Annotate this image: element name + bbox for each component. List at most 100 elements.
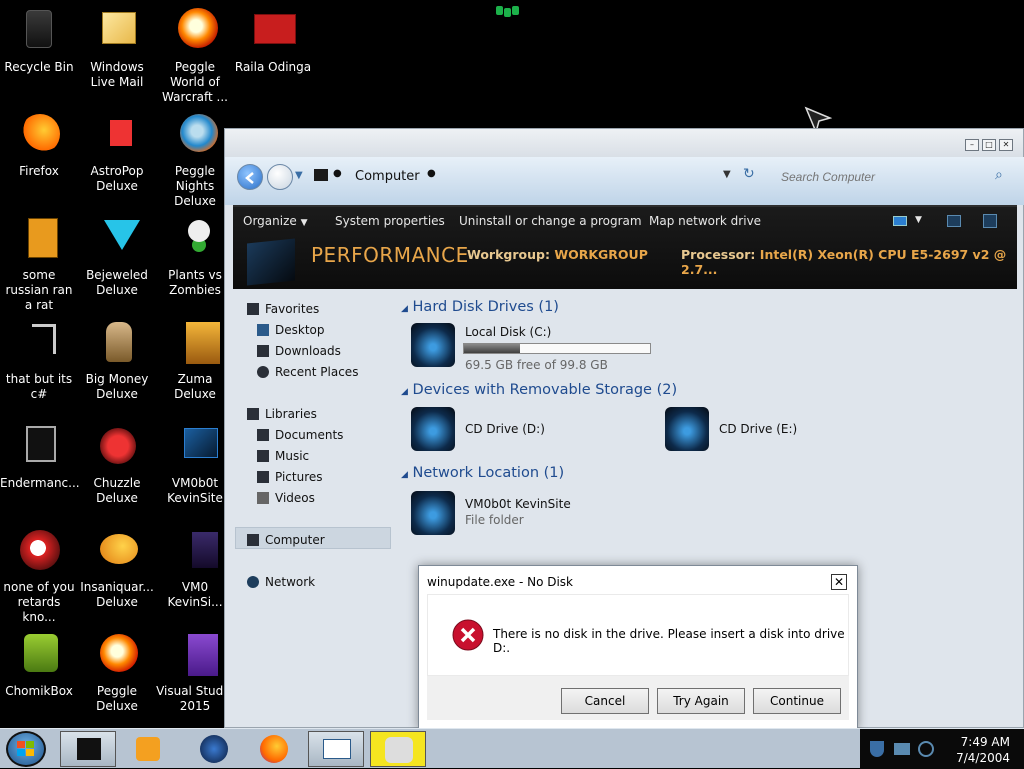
star-icon (247, 303, 259, 315)
clock[interactable]: 7:49 AM 7/4/2004 (956, 734, 1010, 766)
network-icon (247, 576, 259, 588)
cancel-button[interactable]: Cancel (561, 688, 649, 714)
desktop-icon-peggle-deluxe[interactable]: Peggle Deluxe (78, 624, 156, 728)
help-icon[interactable] (983, 214, 997, 228)
drive-local-disk-c[interactable]: Local Disk (C:) 69.5 GB free of 99.8 GB (411, 323, 671, 373)
taskbar-explorer-button[interactable] (60, 731, 116, 767)
view-options-icon[interactable] (893, 216, 907, 226)
workgroup-info: Workgroup: WORKGROUP (467, 247, 648, 262)
dialog-close-button[interactable]: ✕ (831, 574, 847, 590)
taskbar-active-app-button[interactable] (370, 731, 426, 767)
desktop-icon-raila-odinga[interactable]: Raila Odinga (234, 0, 312, 104)
close-window-button[interactable]: ✕ (999, 139, 1013, 151)
processor-label: Processor: (681, 247, 756, 262)
network-location-vm0b0t[interactable]: VM0b0t KevinSite File folder (411, 491, 631, 541)
chomikbox-icon (14, 630, 64, 680)
file-icon (170, 526, 220, 576)
organize-button[interactable]: Organize ▼ (243, 214, 308, 228)
search-input[interactable] (779, 165, 1009, 189)
volume-icon[interactable] (918, 741, 934, 757)
computer-small-icon (314, 169, 328, 181)
clock-date: 7/4/2004 (956, 751, 1010, 765)
back-button[interactable] (237, 164, 263, 190)
maximize-button[interactable]: □ (982, 139, 996, 151)
drive-cd-d[interactable]: CD Drive (D:) (411, 407, 631, 455)
drive-free-space: 69.5 GB free of 99.8 GB (465, 358, 608, 372)
media-player-icon (136, 737, 160, 761)
group-header-removable-storage[interactable]: ◢ Devices with Removable Storage (2) (401, 382, 677, 398)
address-dropdown-icon[interactable]: ▼ (723, 169, 731, 180)
breadcrumb-computer[interactable]: Computer (355, 169, 420, 184)
try-again-button[interactable]: Try Again (657, 688, 745, 714)
desktop-icon-windows-live-mail[interactable]: Windows Live Mail (78, 0, 156, 104)
preview-pane-icon[interactable] (947, 215, 961, 227)
view-dropdown-icon[interactable]: ▼ (915, 215, 922, 225)
start-button[interactable] (6, 731, 46, 767)
cd-drive-icon (665, 407, 709, 451)
continue-button[interactable]: Continue (753, 688, 841, 714)
top-indicator (494, 4, 528, 17)
drive-name: CD Drive (E:) (719, 422, 798, 436)
recycle-bin-icon (14, 6, 64, 56)
desktop-icon-recycle-bin[interactable]: Recycle Bin (0, 0, 78, 104)
desktop-icon-peggle-world-of-warcraft[interactable]: Peggle World of Warcraft ... (156, 0, 234, 104)
breadcrumb-dropdown-icon[interactable]: ● (427, 168, 436, 179)
window-titlebar[interactable] (225, 129, 1023, 157)
desktop-icon (257, 324, 269, 336)
group-header-network-location[interactable]: ◢ Network Location (1) (401, 465, 564, 481)
search-icon[interactable]: ⌕ (995, 167, 1003, 183)
forward-button[interactable] (267, 164, 293, 190)
desktop-icon-chomikbox[interactable]: ChomikBox (0, 624, 78, 728)
desktop-icon-visual-studio[interactable]: Visual Studio 2015 (156, 624, 234, 728)
minimize-button[interactable]: – (965, 139, 979, 151)
shield-icon[interactable] (870, 741, 884, 757)
computer-icon (247, 534, 259, 546)
peggle-icon (92, 630, 142, 680)
desktop-icon-bejeweled[interactable]: Bejeweled Deluxe (78, 208, 156, 312)
breadcrumb-separator-icon[interactable]: ● (333, 168, 342, 179)
network-folder-icon (170, 422, 220, 472)
fish-icon (92, 526, 142, 576)
desktop-icon-peggle-nights[interactable]: Peggle Nights Deluxe (156, 104, 234, 208)
dialog-title[interactable]: winupdate.exe - No Disk (419, 566, 857, 594)
history-dropdown-icon[interactable]: ▼ (295, 170, 303, 181)
desktop-icon-chuzzle[interactable]: Chuzzle Deluxe (78, 416, 156, 520)
group-header-hard-disk-drives[interactable]: ◢ Hard Disk Drives (1) (401, 299, 559, 315)
taskbar-firefox-button[interactable] (246, 731, 302, 767)
desktop-icon-big-money[interactable]: Big Money Deluxe (78, 312, 156, 416)
desktop-icon-astropop[interactable]: AstroPop Deluxe (78, 104, 156, 208)
drive-cd-e[interactable]: CD Drive (E:) (665, 407, 885, 455)
desktop-icon-vm0b0t-kevinsite[interactable]: VM0b0t KevinSite (156, 416, 234, 520)
desktop-icon-plants-vs-zombies[interactable]: Plants vs Zombies (156, 208, 234, 312)
desktop-icon-label: Chuzzle Deluxe (93, 476, 141, 505)
desktop-icon-some-russian-ran-a-rat[interactable]: some russian ran a rat (0, 208, 78, 312)
workgroup-value: WORKGROUP (554, 247, 648, 262)
desktop-icon-insaniquarium[interactable]: Insaniquar... Deluxe (78, 520, 156, 624)
system-tray: 7:49 AM 7/4/2004 (860, 729, 1024, 769)
refresh-icon[interactable]: ↻ (743, 166, 755, 182)
taskbar-window-button[interactable] (308, 731, 364, 767)
desktop-icon-vm0-kevinsite[interactable]: VM0 KevinSi... (156, 520, 234, 624)
desktop-icon-enderman[interactable]: Endermanc... (0, 416, 80, 520)
processor-info: Processor: Intel(R) Xeon(R) CPU E5-2697 … (681, 247, 1017, 277)
desktop-icon-none-of-you[interactable]: none of you retards kno... (0, 520, 78, 624)
zuma-icon (170, 318, 220, 368)
network-folder-icon (411, 491, 455, 535)
uninstall-program-button[interactable]: Uninstall or change a program (459, 214, 642, 228)
taskbar-browser-button[interactable] (186, 731, 242, 767)
system-properties-button[interactable]: System properties (335, 214, 445, 228)
desktop-icon-zuma[interactable]: Zuma Deluxe (156, 312, 234, 416)
desktop-icon-firefox[interactable]: Firefox (0, 104, 78, 208)
windows-logo-icon (17, 741, 34, 756)
network-tray-icon[interactable] (894, 743, 910, 755)
map-network-drive-button[interactable]: Map network drive (649, 214, 761, 228)
desktop-icon-label: Bejeweled Deluxe (86, 268, 148, 297)
bejeweled-icon (92, 214, 142, 264)
desktop-icon-that-but-its-c[interactable]: that but its c# (0, 312, 78, 416)
desktop-icon-label: Recycle Bin (4, 60, 74, 74)
desktop-icon-label: Raila Odinga (234, 60, 312, 74)
taskbar-media-player-button[interactable] (120, 731, 176, 767)
computer-large-icon (247, 238, 295, 286)
location-name: VM0b0t KevinSite (465, 497, 571, 511)
desktop-icon-label: Firefox (19, 164, 59, 178)
